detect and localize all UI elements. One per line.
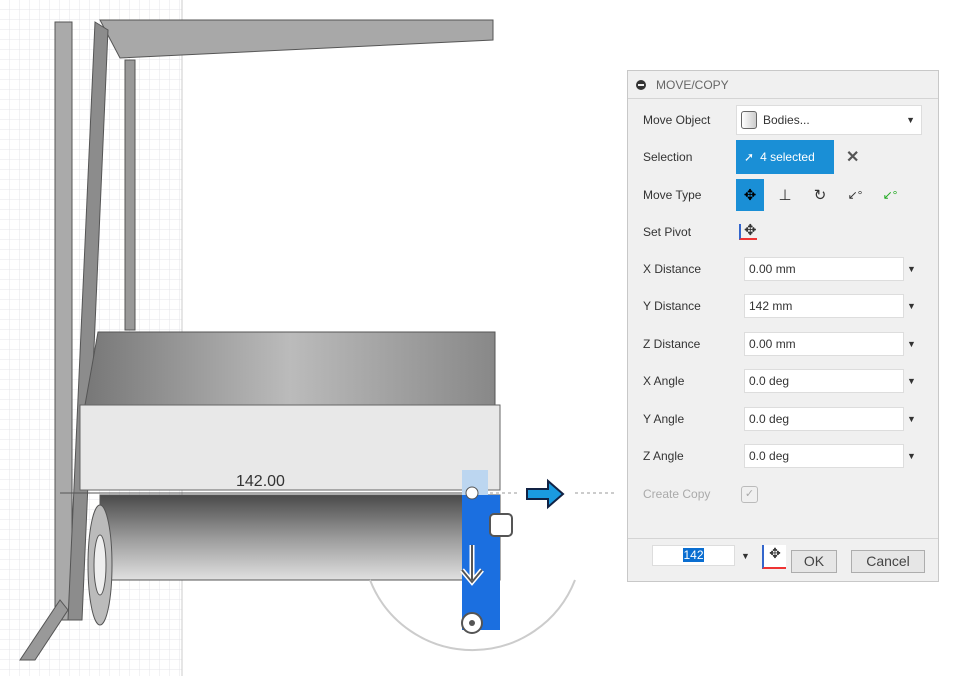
translate-icon[interactable]: ⊥ xyxy=(771,179,799,211)
selection-button[interactable]: ➚ 4 selected xyxy=(736,140,834,174)
chevron-down-icon[interactable]: ▼ xyxy=(907,376,916,386)
cylinder xyxy=(99,494,501,581)
pivot-cursor-icon: ✥ xyxy=(762,545,786,569)
manipulator-origin[interactable] xyxy=(465,486,479,500)
point-to-point-icon[interactable]: ↙° xyxy=(841,179,869,211)
point-to-position-icon[interactable]: ↙° xyxy=(876,179,904,211)
chevron-down-icon[interactable]: ▼ xyxy=(741,551,750,561)
inline-value-text: 142 xyxy=(683,548,704,562)
field-label: Y Angle xyxy=(643,412,685,426)
field-z-angle: Z Angle 0.0 deg ▼ xyxy=(643,443,916,469)
chevron-down-icon[interactable]: ▼ xyxy=(907,264,916,274)
move-copy-dialog: MOVE/COPY Move Object Bodies... ▼ Select… xyxy=(627,70,939,582)
chevron-down-icon[interactable]: ▼ xyxy=(907,414,916,424)
y-angle-input[interactable]: 0.0 deg xyxy=(744,407,904,431)
rotate-icon[interactable]: ↻ xyxy=(806,179,834,211)
field-label: X Distance xyxy=(643,262,702,276)
field-y-angle: Y Angle 0.0 deg ▼ xyxy=(643,406,916,432)
create-copy-checkbox[interactable]: ✓ xyxy=(741,485,758,503)
move-object-label: Move Object xyxy=(643,113,711,127)
field-label: X Angle xyxy=(643,374,685,388)
field-label: Y Distance xyxy=(643,299,701,313)
field-z-distance: Z Distance 0.00 mm ▼ xyxy=(643,331,916,357)
z-angle-input[interactable]: 0.0 deg xyxy=(744,444,904,468)
ok-button[interactable]: OK xyxy=(791,550,837,573)
create-copy-label: Create Copy xyxy=(643,487,711,501)
body-top xyxy=(84,331,496,406)
cursor-icon: ➚ xyxy=(744,150,755,164)
body-band xyxy=(79,404,501,491)
vertical-plate xyxy=(54,21,73,621)
move-type-label: Move Type xyxy=(643,188,702,202)
dialog-title: MOVE/COPY xyxy=(656,77,729,92)
field-label: Z Distance xyxy=(643,337,701,351)
chevron-down-icon[interactable]: ▼ xyxy=(907,451,916,461)
set-pivot-icon[interactable]: ✥ xyxy=(739,223,757,240)
chevron-down-icon: ▼ xyxy=(906,115,915,125)
field-y-distance: Y Distance 142 mm ▼ xyxy=(643,293,916,319)
chevron-down-icon[interactable]: ▼ xyxy=(907,301,916,311)
chevron-down-icon[interactable]: ▼ xyxy=(907,339,916,349)
x-arrow-icon[interactable] xyxy=(526,478,565,510)
plane-handle[interactable] xyxy=(489,513,513,537)
move-object-value: Bodies... xyxy=(763,113,810,127)
set-pivot-label: Set Pivot xyxy=(643,225,692,239)
selection-count: 4 selected xyxy=(760,150,815,164)
y-distance-input[interactable]: 142 mm xyxy=(744,294,904,318)
dimension-label: 142.00 xyxy=(236,473,285,490)
inline-value-input[interactable]: 142 xyxy=(652,545,735,566)
clear-selection-icon[interactable]: ✕ xyxy=(846,147,859,167)
x-angle-input[interactable]: 0.0 deg xyxy=(744,369,904,393)
body-icon xyxy=(741,111,757,129)
top-plate xyxy=(99,19,494,59)
collapse-icon[interactable] xyxy=(636,79,646,90)
field-label: Z Angle xyxy=(643,449,684,463)
z-distance-input[interactable]: 0.00 mm xyxy=(744,332,904,356)
free-move-icon[interactable]: ✥ xyxy=(736,179,764,211)
move-object-select[interactable]: Bodies... ▼ xyxy=(736,105,922,135)
field-x-distance: X Distance 0.00 mm ▼ xyxy=(643,256,916,282)
x-distance-input[interactable]: 0.00 mm xyxy=(744,257,904,281)
cancel-button[interactable]: Cancel xyxy=(851,550,925,573)
selection-label: Selection xyxy=(643,150,693,164)
field-x-angle: X Angle 0.0 deg ▼ xyxy=(643,368,916,394)
